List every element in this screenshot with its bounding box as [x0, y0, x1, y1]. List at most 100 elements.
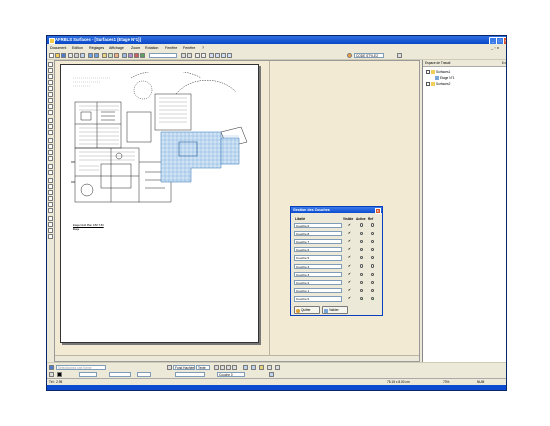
menu-affichage[interactable]: Affichage — [109, 46, 124, 50]
cut-icon[interactable] — [74, 52, 79, 58]
visible-checkbox[interactable]: ✔ — [348, 280, 351, 284]
toolbar-extra-icon[interactable] — [397, 52, 402, 58]
rect-tool-icon[interactable] — [48, 80, 53, 85]
layer-row[interactable]: Couche 0 ✔ — [294, 222, 380, 228]
open-icon[interactable] — [55, 52, 60, 58]
layer-row[interactable]: Couche 7 ✔ — [294, 238, 380, 245]
active-radio[interactable] — [360, 264, 364, 268]
layer-row[interactable]: Couche 5 ✔ — [294, 255, 380, 261]
help-icon[interactable] — [108, 52, 113, 58]
active-radio[interactable] — [360, 239, 364, 243]
pattern-select[interactable]: Fond Hachée — [173, 364, 195, 370]
mirror-tool-icon[interactable] — [48, 150, 53, 155]
color-pick-icon[interactable] — [49, 371, 54, 377]
line-width-select[interactable] — [109, 371, 131, 377]
workspace-panel-controls[interactable]: ʬ x — [502, 61, 506, 65]
shape-select-input[interactable]: Sélectionnez une forme — [56, 364, 106, 370]
format-icon[interactable] — [267, 364, 272, 370]
validate-button[interactable]: Valider — [322, 306, 348, 314]
snap-icon[interactable] — [221, 52, 226, 58]
line-style-select[interactable] — [149, 52, 177, 58]
circle-tool-icon[interactable] — [48, 92, 53, 97]
scale-tool-icon[interactable] — [48, 156, 53, 161]
image-tool-icon[interactable] — [48, 196, 53, 201]
active-radio[interactable] — [360, 272, 364, 276]
move-tool-icon[interactable] — [48, 138, 53, 143]
surface-tool-icon[interactable] — [48, 118, 53, 123]
layer-row[interactable]: Couche 1 ✔ — [294, 288, 380, 294]
ref-radio[interactable] — [371, 239, 375, 243]
layer-tool-icon[interactable] — [48, 234, 53, 239]
visible-checkbox[interactable]: ✔ — [348, 256, 351, 260]
fill-icon[interactable] — [140, 52, 145, 58]
ref-radio[interactable] — [371, 288, 375, 293]
print-icon[interactable] — [68, 52, 73, 58]
menu-zoom[interactable]: Zoom — [131, 46, 140, 50]
layer-row[interactable]: Couche 0 ✔ — [294, 296, 380, 302]
visible-checkbox[interactable]: ✔ — [348, 239, 351, 243]
visible-checkbox[interactable]: ✔ — [348, 247, 351, 251]
text-tool-icon[interactable] — [48, 104, 53, 109]
pointer-tool-icon[interactable] — [48, 62, 53, 67]
layer-name-field[interactable]: Couche 8 — [294, 230, 342, 236]
menu-reglages[interactable]: Réglages — [89, 46, 104, 50]
grid-tool-icon[interactable] — [48, 228, 53, 233]
mdi-controls[interactable]: _ ▫ x — [491, 45, 499, 50]
edit-icon[interactable] — [259, 364, 264, 370]
undo-icon[interactable] — [88, 52, 93, 58]
layer-name-field[interactable]: Couche 7 — [294, 238, 342, 245]
insert-icon[interactable] — [251, 364, 256, 370]
dialog-title-bar[interactable]: Gestion des Couches x — [291, 207, 382, 214]
curve-tool-icon[interactable] — [48, 98, 53, 103]
save-icon[interactable] — [61, 52, 66, 58]
layer-name-field[interactable]: Couche 0 — [294, 222, 342, 228]
ref-radio[interactable] — [371, 256, 375, 260]
drawing-page[interactable]: Etage Nord Plan 1/50 T-50 Etage — [60, 64, 259, 343]
lock-tool-icon[interactable] — [48, 208, 53, 213]
active-radio[interactable] — [360, 297, 364, 301]
tree-item-etage[interactable]: Etage N°1 — [440, 76, 455, 80]
hatch-select[interactable] — [175, 371, 205, 377]
ref-radio[interactable] — [371, 223, 375, 227]
align-text-icon[interactable] — [232, 364, 237, 370]
shape-icon[interactable] — [128, 52, 133, 58]
hatch-tool-icon[interactable] — [48, 124, 53, 129]
align-icon[interactable] — [195, 52, 200, 58]
zoom-icon[interactable] — [102, 52, 107, 58]
line-width-icon[interactable] — [181, 52, 186, 58]
new-icon[interactable] — [49, 52, 54, 58]
line-tool-icon[interactable] — [48, 68, 53, 73]
copy-icon[interactable] — [80, 52, 85, 58]
format-icon-2[interactable] — [275, 364, 280, 370]
tree-expand-icon[interactable] — [426, 70, 430, 74]
ref-radio[interactable] — [371, 280, 375, 284]
title-bar[interactable]: AFRBLS Surfaces - [Surfaces1 (Etage N°1)… — [47, 36, 506, 45]
ref-radio[interactable] — [371, 297, 375, 301]
floor-plan-drawing[interactable] — [71, 72, 256, 222]
drawing-workspace[interactable]: Etage Nord Plan 1/50 T-50 Etage Gestion … — [54, 60, 420, 362]
ref-radio[interactable] — [371, 272, 375, 276]
active-radio[interactable] — [360, 223, 364, 227]
active-radio[interactable] — [360, 256, 364, 260]
group-tool-icon[interactable] — [48, 202, 53, 207]
active-radio[interactable] — [360, 288, 364, 293]
menu-fenetre-2[interactable]: Fenêtre — [183, 46, 195, 50]
fill-pattern-icon[interactable] — [167, 364, 172, 370]
symbol-tool-icon[interactable] — [48, 130, 53, 135]
star-tool-icon[interactable] — [48, 190, 53, 195]
layer-row[interactable]: Couche 2 ✔ — [294, 279, 380, 286]
style-select[interactable]: CODE STYLE2 — [354, 52, 384, 58]
polygon-tool-icon[interactable] — [48, 184, 53, 189]
tree-item-surfaces2[interactable]: Surfaces2 — [436, 82, 450, 86]
layer-row[interactable]: Couche 6 ✔ — [294, 247, 380, 253]
polyline-tool-icon[interactable] — [48, 74, 53, 79]
active-radio[interactable] — [360, 231, 364, 235]
layer-name-field[interactable]: Couche 3 — [294, 271, 342, 277]
layer-manage-icon[interactable] — [269, 371, 274, 377]
arrow-select[interactable] — [137, 371, 151, 377]
layer-row[interactable]: Couche 4 ✔ — [294, 263, 380, 269]
dialog-close-button[interactable]: x — [374, 207, 381, 214]
ref-radio[interactable] — [371, 264, 375, 268]
trim-tool-icon[interactable] — [48, 170, 53, 175]
visible-checkbox[interactable]: ✔ — [348, 231, 351, 235]
